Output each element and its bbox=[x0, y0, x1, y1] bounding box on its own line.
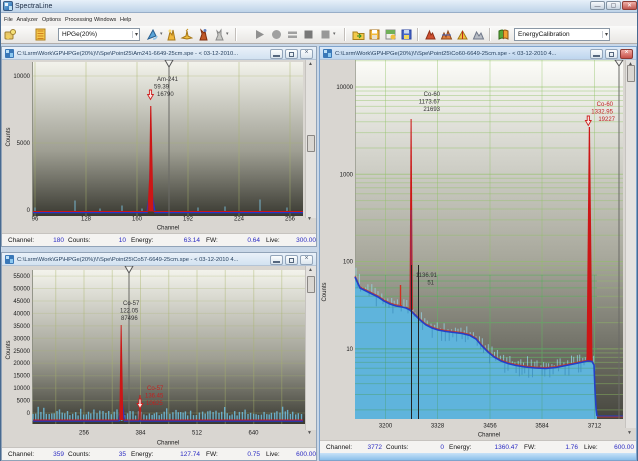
svg-text:45000: 45000 bbox=[13, 299, 30, 305]
svg-text:160: 160 bbox=[132, 217, 143, 223]
svg-text:0: 0 bbox=[27, 411, 31, 417]
svg-text:192: 192 bbox=[183, 217, 194, 223]
svg-text:40000: 40000 bbox=[13, 311, 30, 317]
svg-text:Co-60: Co-60 bbox=[424, 92, 441, 98]
svg-text:256: 256 bbox=[285, 217, 296, 223]
svg-text:Counts: Counts bbox=[322, 282, 328, 301]
svg-text:100: 100 bbox=[343, 260, 354, 266]
svg-text:512: 512 bbox=[192, 431, 203, 437]
svg-text:21693: 21693 bbox=[423, 107, 440, 113]
svg-text:96: 96 bbox=[32, 217, 39, 223]
svg-text:51: 51 bbox=[427, 281, 434, 287]
svg-text:3328: 3328 bbox=[431, 424, 445, 430]
svg-text:5000: 5000 bbox=[17, 399, 31, 405]
svg-text:136.45: 136.45 bbox=[145, 394, 164, 400]
svg-text:55000: 55000 bbox=[13, 274, 30, 280]
svg-text:1000: 1000 bbox=[340, 172, 354, 178]
svg-text:Counts: Counts bbox=[6, 340, 12, 359]
svg-text:3584: 3584 bbox=[535, 424, 549, 430]
svg-text:122.05: 122.05 bbox=[120, 309, 139, 315]
svg-text:3712: 3712 bbox=[588, 424, 602, 430]
svg-text:224: 224 bbox=[234, 217, 245, 223]
svg-text:Channel: Channel bbox=[478, 433, 500, 439]
svg-text:10: 10 bbox=[346, 347, 353, 353]
svg-text:Am-241: Am-241 bbox=[157, 77, 179, 83]
svg-text:Co-57: Co-57 bbox=[147, 386, 164, 392]
svg-text:3456: 3456 bbox=[483, 424, 497, 430]
svg-text:1136.91: 1136.91 bbox=[416, 273, 438, 279]
svg-text:10000: 10000 bbox=[13, 74, 30, 80]
svg-text:10000: 10000 bbox=[13, 386, 30, 392]
svg-text:128: 128 bbox=[81, 217, 92, 223]
svg-text:10000: 10000 bbox=[336, 85, 353, 91]
svg-text:59.39: 59.39 bbox=[154, 85, 170, 91]
svg-text:0: 0 bbox=[27, 208, 31, 214]
svg-text:50000: 50000 bbox=[13, 287, 30, 293]
svg-text:Counts: Counts bbox=[6, 127, 12, 146]
svg-text:35000: 35000 bbox=[13, 324, 30, 330]
svg-text:384: 384 bbox=[135, 431, 146, 437]
svg-text:20000: 20000 bbox=[13, 361, 30, 367]
svg-text:30000: 30000 bbox=[13, 336, 30, 342]
svg-text:1173.67: 1173.67 bbox=[419, 100, 441, 106]
svg-text:19227: 19227 bbox=[598, 117, 615, 123]
svg-text:1332.95: 1332.95 bbox=[591, 110, 613, 116]
svg-text:256: 256 bbox=[79, 431, 90, 437]
svg-text:16790: 16790 bbox=[157, 92, 174, 98]
svg-text:Channel: Channel bbox=[157, 441, 179, 447]
svg-text:Channel: Channel bbox=[157, 226, 179, 232]
svg-text:25000: 25000 bbox=[13, 349, 30, 355]
svg-text:15000: 15000 bbox=[13, 374, 30, 380]
svg-text:3200: 3200 bbox=[379, 424, 393, 430]
svg-text:87496: 87496 bbox=[121, 316, 138, 322]
svg-text:5000: 5000 bbox=[17, 141, 31, 147]
svg-text:10625: 10625 bbox=[146, 401, 163, 407]
svg-text:Co-57: Co-57 bbox=[123, 301, 140, 307]
svg-text:640: 640 bbox=[248, 431, 259, 437]
svg-text:Co-60: Co-60 bbox=[597, 102, 614, 108]
